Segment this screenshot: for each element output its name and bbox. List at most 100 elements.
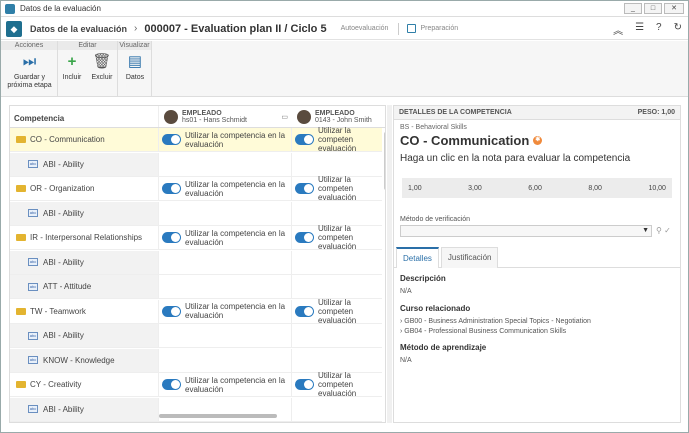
table-row[interactable]: abc ABI - Ability — [10, 324, 382, 348]
data-button[interactable]: ▤ Datos — [122, 53, 148, 82]
employee-column-1: EMPLEADO hs01 - Hans Schmidt ▭ — [159, 106, 292, 127]
course-link[interactable]: › GB04 - Professional Business Communica… — [400, 328, 566, 335]
description-heading: Descripción — [400, 274, 446, 283]
preparation-link[interactable]: Preparación — [407, 24, 458, 33]
window-title: Datos de la evaluación — [20, 4, 101, 13]
horizontal-scrollbar[interactable] — [159, 414, 277, 418]
table-row[interactable]: IR - Interpersonal Relationships Utilizar… — [10, 224, 382, 251]
table-row[interactable]: abc ABI - Ability — [10, 152, 382, 177]
evaluation-hint: Haga un clic en la nota para evaluar la … — [400, 153, 631, 164]
competency-cell[interactable]: TW - Teamwork — [10, 299, 159, 323]
rating-option[interactable]: 10,00 — [648, 185, 666, 192]
competency-cell[interactable]: abc ABI - Ability — [10, 201, 159, 225]
maximize-button[interactable]: □ — [644, 3, 662, 14]
use-competency-toggle[interactable] — [295, 379, 314, 390]
use-competency-toggle[interactable] — [162, 305, 181, 317]
collapse-icon[interactable]: ︽ — [613, 22, 623, 37]
exclude-label: Excluir — [91, 74, 113, 81]
rating-option[interactable]: 6,00 — [528, 185, 542, 192]
employee-cell — [292, 153, 382, 176]
app-logo-icon: ◆ — [6, 20, 22, 37]
toggle-label: Utilizar la competencia en la evaluación — [185, 130, 286, 149]
folder-icon — [16, 185, 26, 192]
table-row[interactable]: abc KNOW - Knowledge — [10, 348, 382, 373]
competency-cell[interactable]: abc ABI - Ability — [10, 250, 159, 274]
comment-icon[interactable]: ▭ — [281, 113, 288, 121]
include-button[interactable]: + Incluir — [61, 53, 83, 82]
exclude-button[interactable]: 🗑 Excluir — [89, 53, 115, 82]
ability-icon: abc — [28, 405, 38, 413]
use-competency-toggle[interactable] — [162, 183, 181, 194]
rating-scale[interactable]: 1,00 3,00 6,00 8,00 10,00 — [402, 178, 672, 198]
rating-option[interactable]: 1,00 — [408, 185, 422, 192]
toggle-label: Utilizar la competencia en la evaluación — [185, 228, 286, 247]
competency-cell[interactable]: abc ABI - Ability — [10, 152, 159, 176]
ability-icon: abc — [28, 258, 38, 266]
toggle-label: Utilizar la competencia en la evaluación — [185, 179, 286, 198]
ability-icon: abc — [28, 331, 38, 340]
competency-label: ABI - Ability — [43, 404, 84, 414]
rating-option[interactable]: 3,00 — [468, 185, 482, 192]
use-competency-toggle[interactable] — [162, 232, 181, 243]
employee-cell — [292, 202, 382, 225]
panel-splitter[interactable] — [387, 105, 392, 423]
competency-cell[interactable]: OR - Organization — [10, 177, 159, 200]
competency-cell[interactable]: abc ABI - Ability — [10, 324, 159, 347]
employee-cell: Utilizar la competen evaluación — [292, 224, 382, 251]
competency-cell[interactable]: abc ATT - Attitude — [10, 275, 159, 298]
tab-justification[interactable]: Justificación — [440, 247, 499, 268]
close-button[interactable]: ✕ — [664, 3, 684, 14]
checkmark-icon[interactable]: ✓ — [664, 226, 671, 235]
refresh-icon[interactable]: ↻ — [674, 22, 682, 37]
ribbon-group-label: Visualizar — [118, 41, 151, 50]
tab-details[interactable]: Detalles — [396, 247, 439, 268]
toggle-label: Utilizar la competen evaluación — [318, 371, 357, 398]
use-competency-toggle[interactable] — [162, 379, 181, 390]
competency-category: BS - Behavioral Skills — [400, 124, 467, 131]
use-competency-toggle[interactable] — [162, 134, 181, 145]
binoculars-icon[interactable]: ⚲ — [656, 226, 662, 235]
course-link[interactable]: › GB00 - Business Administration Special… — [400, 318, 591, 325]
description-value: N/A — [400, 288, 412, 295]
use-competency-toggle[interactable] — [295, 232, 314, 243]
ability-icon: abc — [28, 282, 38, 291]
table-row[interactable]: abc ABI - Ability — [10, 201, 382, 226]
verification-method-select[interactable]: ▼ — [400, 225, 652, 237]
use-competency-toggle[interactable] — [295, 183, 314, 194]
toggle-label: Utilizar la competen evaluación — [318, 297, 357, 325]
self-evaluation-link[interactable]: Autoevaluación — [341, 25, 389, 32]
table-row[interactable]: OR - Organization Utilizar la competencia… — [10, 175, 382, 202]
ribbon-group-label: Acciones — [1, 41, 57, 50]
competency-cell[interactable]: CO - Communication — [10, 128, 159, 151]
minimize-button[interactable]: _ — [624, 3, 642, 14]
competency-cell[interactable]: abc ABI - Ability — [10, 397, 159, 421]
competency-label: CY - Creativity — [30, 380, 82, 389]
table-row[interactable]: CY - Creativity Utilizar la competencia e… — [10, 371, 382, 398]
verification-actions: ⚲ ✓ — [656, 226, 671, 235]
competency-cell[interactable]: IR - Interpersonal Relationships — [10, 226, 159, 249]
save-next-label: Guardar y próxima etapa — [7, 74, 52, 89]
breadcrumb-section[interactable]: Datos de la evaluación — [30, 24, 127, 34]
competency-label: KNOW - Knowledge — [43, 355, 115, 365]
competency-cell[interactable]: CY - Creativity — [10, 373, 159, 396]
save-next-button[interactable]: ⏭ Guardar y próxima etapa — [3, 53, 56, 90]
list-icon[interactable]: ☰ — [635, 22, 644, 37]
competency-column-header: Competencia — [10, 106, 159, 127]
competency-title-text: CO - Communication — [400, 133, 530, 148]
table-row[interactable]: CO - Communication Utilizar la competenci… — [10, 126, 382, 153]
rating-option[interactable]: 8,00 — [588, 185, 602, 192]
competency-cell[interactable]: abc KNOW - Knowledge — [10, 348, 159, 372]
table-row[interactable]: TW - Teamwork Utilizar la competencia en … — [10, 297, 382, 325]
table-row[interactable]: abc ATT - Attitude — [10, 275, 382, 299]
use-competency-toggle[interactable] — [295, 134, 314, 145]
competency-label: CO - Communication — [30, 135, 105, 144]
vertical-scrollbar[interactable] — [384, 132, 385, 190]
employee-cell: Utilizar la competen evaluación — [292, 297, 382, 325]
preparation-label: Preparación — [420, 25, 459, 32]
help-icon[interactable]: ? — [656, 22, 662, 37]
plus-icon: + — [67, 53, 77, 70]
employee-name: hs01 - Hans Schmidt — [182, 116, 247, 124]
table-row[interactable]: abc ABI - Ability — [10, 250, 382, 275]
employee-cell — [159, 348, 292, 372]
use-competency-toggle[interactable] — [295, 305, 314, 317]
